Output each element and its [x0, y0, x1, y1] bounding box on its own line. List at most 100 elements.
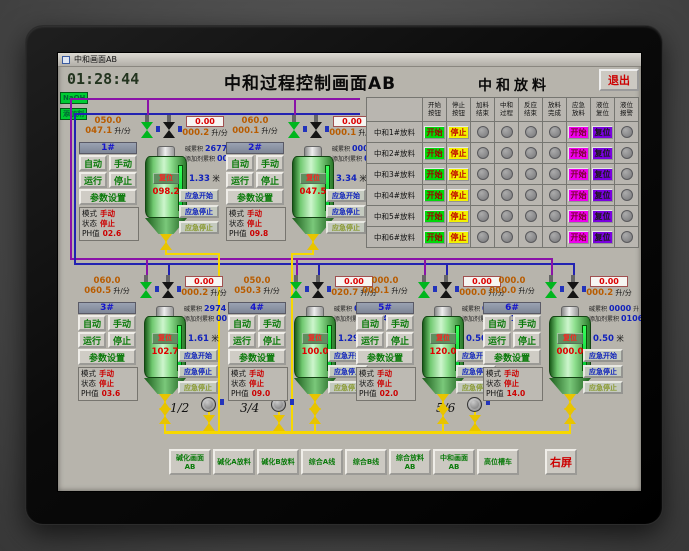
- level-reset-button[interactable]: 复位: [592, 146, 613, 160]
- emergency-stop2-button[interactable]: 应急停止: [179, 221, 219, 234]
- start-button[interactable]: 开始: [424, 230, 445, 244]
- emergency-stop-button[interactable]: 应急停止: [583, 365, 623, 378]
- stop-button[interactable]: 停止: [256, 172, 284, 188]
- emergency-start-button[interactable]: 应急开始: [583, 349, 623, 362]
- run-button[interactable]: 运行: [78, 332, 106, 348]
- discharge-valve-icon[interactable]: [160, 234, 172, 250]
- manual-button[interactable]: 手动: [386, 315, 414, 331]
- naoh-valve-icon[interactable]: [290, 275, 302, 298]
- naoh-valve-icon[interactable]: [545, 275, 557, 298]
- discharge-valve-icon[interactable]: [309, 408, 321, 424]
- stop-button[interactable]: 停止: [258, 332, 286, 348]
- manual-button[interactable]: 手动: [108, 315, 136, 331]
- discharge-valve-icon[interactable]: [564, 408, 576, 424]
- start-button[interactable]: 开始: [424, 125, 445, 139]
- exit-button[interactable]: 退出: [599, 69, 639, 91]
- params-button[interactable]: 参数设置: [356, 349, 414, 365]
- auto-button[interactable]: 自动: [483, 315, 511, 331]
- auto-button[interactable]: 自动: [226, 155, 254, 171]
- stop-button[interactable]: 停止: [108, 332, 136, 348]
- naoh-valve-icon[interactable]: [140, 275, 152, 298]
- emergency-start-button[interactable]: 应急开始: [179, 189, 219, 202]
- emergency-start-button[interactable]: 应急开始: [326, 189, 366, 202]
- nav-button[interactable]: 中和画面AB: [433, 449, 475, 475]
- additive-valve-icon[interactable]: [312, 275, 324, 298]
- params-button[interactable]: 参数设置: [79, 189, 137, 205]
- emergency-start-button[interactable]: 应急开始: [178, 349, 218, 362]
- tank-reset-button[interactable]: 复位: [300, 173, 326, 184]
- run-button[interactable]: 运行: [79, 172, 107, 188]
- right-screen-button[interactable]: 右屏: [545, 449, 577, 475]
- tank-reset-button[interactable]: 复位: [557, 333, 583, 344]
- auto-button[interactable]: 自动: [356, 315, 384, 331]
- additive-valve-icon[interactable]: [567, 275, 579, 298]
- window-titlebar[interactable]: 中和画面AB: [58, 53, 641, 67]
- stop-button[interactable]: 停止: [448, 188, 469, 202]
- auto-button[interactable]: 自动: [228, 315, 256, 331]
- discharge-valve-icon[interactable]: [203, 415, 215, 431]
- level-reset-button[interactable]: 复位: [592, 188, 613, 202]
- start-button[interactable]: 开始: [424, 188, 445, 202]
- run-button[interactable]: 运行: [483, 332, 511, 348]
- emergency-stop-button[interactable]: 应急停止: [179, 205, 219, 218]
- emergency-stop-button[interactable]: 应急停止: [178, 365, 218, 378]
- stop-button[interactable]: 停止: [448, 125, 469, 139]
- tank-reset-button[interactable]: 复位: [302, 333, 328, 344]
- discharge-valve-icon[interactable]: [273, 415, 285, 431]
- naoh-valve-icon[interactable]: [288, 115, 300, 138]
- emergency-discharge-button[interactable]: 开始: [568, 146, 589, 160]
- level-reset-button[interactable]: 复位: [592, 125, 613, 139]
- manual-button[interactable]: 手动: [256, 155, 284, 171]
- tank-reset-button[interactable]: 复位: [153, 173, 179, 184]
- emergency-discharge-button[interactable]: 开始: [568, 188, 589, 202]
- additive-valve-icon[interactable]: [163, 115, 175, 138]
- start-button[interactable]: 开始: [424, 146, 445, 160]
- nav-button[interactable]: 碱化A放料: [213, 449, 255, 475]
- level-reset-button[interactable]: 复位: [592, 230, 613, 244]
- nav-button[interactable]: 综合放料AB: [389, 449, 431, 475]
- additive-valve-icon[interactable]: [310, 115, 322, 138]
- emergency-discharge-button[interactable]: 开始: [568, 125, 589, 139]
- nav-button[interactable]: 碱化B放料: [257, 449, 299, 475]
- stop-button[interactable]: 停止: [448, 167, 469, 181]
- params-button[interactable]: 参数设置: [483, 349, 541, 365]
- manual-button[interactable]: 手动: [109, 155, 137, 171]
- nav-button[interactable]: 高位槽车: [477, 449, 519, 475]
- run-button[interactable]: 运行: [226, 172, 254, 188]
- discharge-valve-icon[interactable]: [159, 408, 171, 424]
- level-reset-button[interactable]: 复位: [592, 167, 613, 181]
- level-reset-button[interactable]: 复位: [592, 209, 613, 223]
- params-button[interactable]: 参数设置: [228, 349, 286, 365]
- tank-reset-button[interactable]: 复位: [152, 333, 178, 344]
- nav-button[interactable]: 综合A线: [301, 449, 343, 475]
- stop-button[interactable]: 停止: [448, 230, 469, 244]
- manual-button[interactable]: 手动: [258, 315, 286, 331]
- stop-button[interactable]: 停止: [109, 172, 137, 188]
- emergency-stop2-button[interactable]: 应急停止: [326, 221, 366, 234]
- params-button[interactable]: 参数设置: [78, 349, 136, 365]
- stop-button[interactable]: 停止: [448, 209, 469, 223]
- naoh-valve-icon[interactable]: [418, 275, 430, 298]
- run-button[interactable]: 运行: [356, 332, 384, 348]
- emergency-discharge-button[interactable]: 开始: [568, 230, 589, 244]
- emergency-discharge-button[interactable]: 开始: [568, 167, 589, 181]
- discharge-valve-icon[interactable]: [437, 408, 449, 424]
- run-button[interactable]: 运行: [228, 332, 256, 348]
- emergency-stop-button[interactable]: 应急停止: [326, 205, 366, 218]
- additive-valve-icon[interactable]: [162, 275, 174, 298]
- emergency-discharge-button[interactable]: 开始: [568, 209, 589, 223]
- nav-button[interactable]: 综合B线: [345, 449, 387, 475]
- emergency-stop2-button[interactable]: 应急停止: [178, 381, 218, 394]
- auto-button[interactable]: 自动: [79, 155, 107, 171]
- manual-button[interactable]: 手动: [513, 315, 541, 331]
- additive-valve-icon[interactable]: [440, 275, 452, 298]
- nav-button[interactable]: 碱化画面AB: [169, 449, 211, 475]
- stop-button[interactable]: 停止: [386, 332, 414, 348]
- start-button[interactable]: 开始: [424, 209, 445, 223]
- naoh-valve-icon[interactable]: [141, 115, 153, 138]
- start-button[interactable]: 开始: [424, 167, 445, 181]
- params-button[interactable]: 参数设置: [226, 189, 284, 205]
- emergency-stop2-button[interactable]: 应急停止: [583, 381, 623, 394]
- discharge-valve-icon[interactable]: [307, 234, 319, 250]
- discharge-valve-icon[interactable]: [469, 415, 481, 431]
